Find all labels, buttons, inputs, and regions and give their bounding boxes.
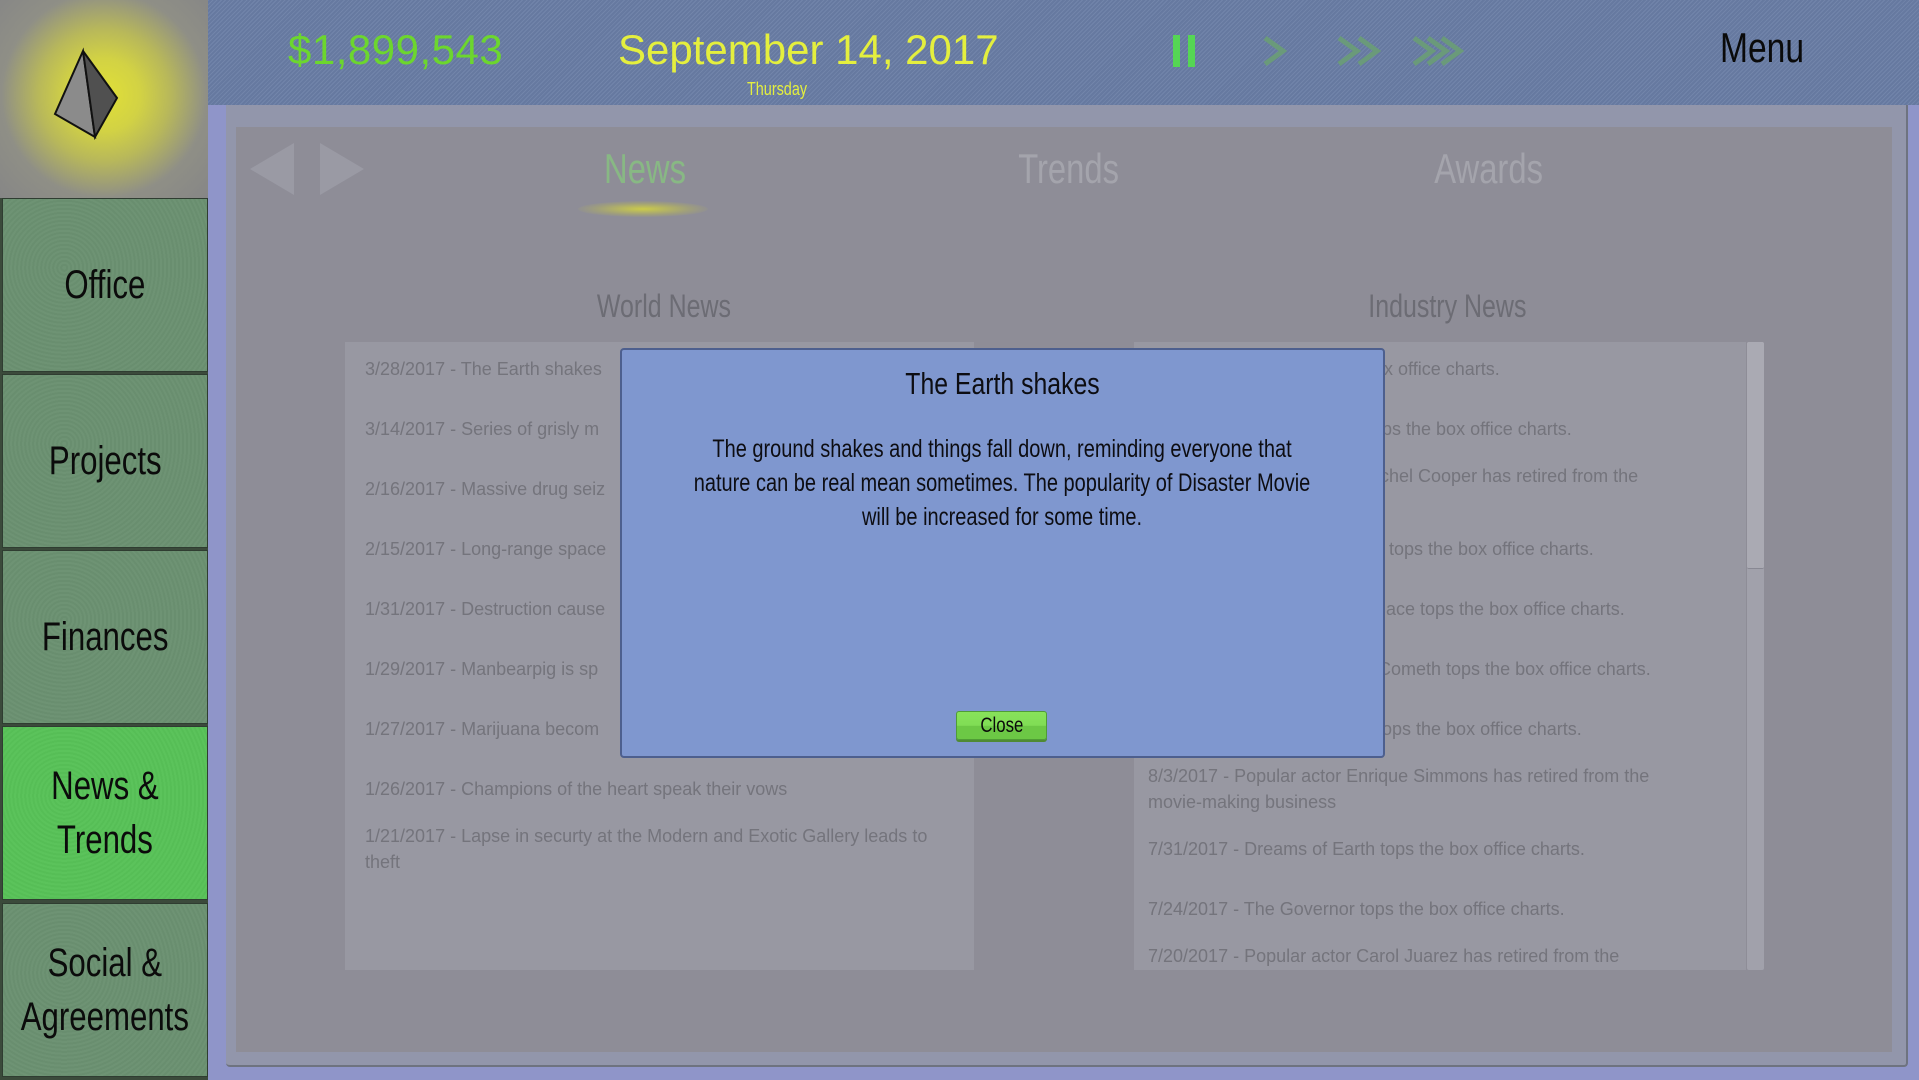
fastest-forward-icon	[1412, 35, 1465, 67]
play-icon	[1263, 35, 1288, 67]
list-item: 7/20/2017 - Popular actor Carol Juarez h…	[1148, 946, 1620, 966]
industry-news-title: Industry News	[1368, 288, 1527, 324]
sidebar-item-projects[interactable]: Projects	[2, 374, 208, 548]
pause-button[interactable]	[1173, 30, 1205, 72]
sidebar: Office Projects Finances News & Trends S…	[0, 198, 208, 1080]
list-item: ace tops the box office charts.	[1386, 599, 1625, 619]
sidebar-item-label: Office	[64, 263, 146, 307]
sidebar-item-label: Social & Agreements	[20, 941, 190, 1039]
fast-forward-button[interactable]	[1333, 30, 1393, 72]
weekday-display: Thursday	[747, 79, 808, 99]
money-display: $1,899,543	[288, 26, 504, 73]
scrollbar-thumb[interactable]	[1747, 342, 1764, 569]
back-arrow-icon[interactable]	[248, 141, 296, 197]
dialog-body-text: The ground shakes and things fall down, …	[693, 435, 1311, 531]
logo	[0, 0, 208, 198]
sidebar-item-finances[interactable]: Finances	[2, 550, 208, 724]
world-news-title: World News	[596, 288, 731, 324]
pause-bar	[1173, 35, 1180, 67]
play-button[interactable]	[1255, 30, 1295, 72]
dialog-title: The Earth shakes	[622, 366, 1383, 402]
forward-arrow-icon[interactable]	[318, 141, 366, 197]
fast-forward-icon	[1337, 35, 1382, 67]
dialog-body: The ground shakes and things fall down, …	[682, 432, 1323, 534]
active-tab-indicator	[578, 201, 708, 217]
list-item: chel Cooper has retired from the	[1380, 466, 1639, 486]
list-item: 7/31/2017 - Dreams of Earth tops the box…	[1148, 839, 1585, 859]
fastest-forward-button[interactable]	[1410, 30, 1490, 72]
tab-trends[interactable]: Trends	[1018, 145, 1119, 193]
list-item: Cometh tops the box office charts.	[1378, 659, 1651, 679]
menu-button[interactable]: Menu	[1720, 24, 1804, 72]
tab-news[interactable]: News	[602, 145, 688, 193]
list-item: 7/24/2017 - The Governor tops the box of…	[1148, 899, 1565, 919]
close-button[interactable]: Close	[956, 711, 1047, 740]
list-item: 1/21/2017 - Lapse in securty at the Mode…	[365, 826, 928, 872]
tab-awards[interactable]: Awards	[1434, 145, 1543, 193]
list-item: ops the box office charts.	[1382, 719, 1582, 739]
list-item: tops the box office charts.	[1389, 539, 1594, 559]
sidebar-item-news-trends[interactable]: News & Trends	[2, 726, 208, 900]
list-item: box office charts.	[1364, 359, 1500, 379]
sidebar-item-label: News & Trends	[51, 764, 159, 862]
sidebar-item-label: Projects	[48, 439, 162, 483]
pyramid-icon	[53, 47, 119, 141]
event-dialog: The Earth shakes The ground shakes and t…	[620, 348, 1385, 758]
date-display: September 14, 2017	[618, 26, 999, 73]
sidebar-item-label: Finances	[41, 615, 169, 659]
industry-news-scrollbar[interactable]	[1747, 342, 1764, 970]
list-item: ops the box office charts.	[1372, 419, 1572, 439]
pause-bar	[1188, 35, 1195, 67]
list-item: 8/3/2017 - Popular actor Enrique Simmons…	[1148, 766, 1650, 812]
list-item: 1/26/2017 - Champions of the heart speak…	[365, 779, 788, 799]
dialog-title-text: The Earth shakes	[905, 366, 1100, 401]
sidebar-item-social-agreements[interactable]: Social & Agreements	[2, 903, 208, 1077]
sidebar-item-office[interactable]: Office	[2, 198, 208, 372]
close-button-label: Close	[980, 714, 1023, 737]
